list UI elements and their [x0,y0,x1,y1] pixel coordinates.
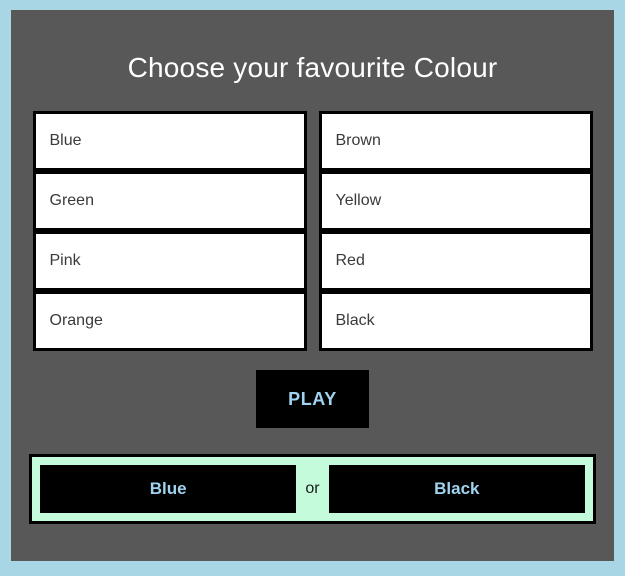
colour-column-right: Brown Yellow Red Black [318,111,593,351]
play-button[interactable]: PLAY [256,370,369,428]
colour-option-black[interactable]: Black [318,291,593,351]
app-panel: Choose your favourite Colour Blue Green … [11,10,614,561]
colour-option-label: Orange [49,312,103,329]
colour-option-brown[interactable]: Brown [318,111,593,171]
colour-option-red[interactable]: Red [318,231,593,291]
result-first-choice: Blue [40,465,297,513]
colour-option-green[interactable]: Green [32,171,307,231]
page-title: Choose your favourite Colour [127,52,498,83]
colour-option-orange[interactable]: Orange [32,291,307,351]
play-button-row: PLAY [11,370,614,428]
colour-option-blue[interactable]: Blue [32,111,307,171]
colour-column-left: Blue Green Pink Orange [32,111,307,351]
result-bar: Blue or Black [29,454,596,524]
colour-option-pink[interactable]: Pink [32,231,307,291]
colour-option-label: Green [49,192,94,209]
colour-option-label: Pink [49,252,81,269]
colour-option-label: Red [335,252,365,269]
colour-options-grid: Blue Green Pink Orange Brown Yellow Red [11,111,614,351]
colour-option-label: Blue [49,132,82,149]
colour-option-label: Black [335,312,375,329]
colour-option-yellow[interactable]: Yellow [318,171,593,231]
result-second-choice: Black [328,465,586,513]
colour-option-label: Yellow [335,192,382,209]
result-separator: or [305,480,320,497]
colour-option-label: Brown [335,132,381,149]
